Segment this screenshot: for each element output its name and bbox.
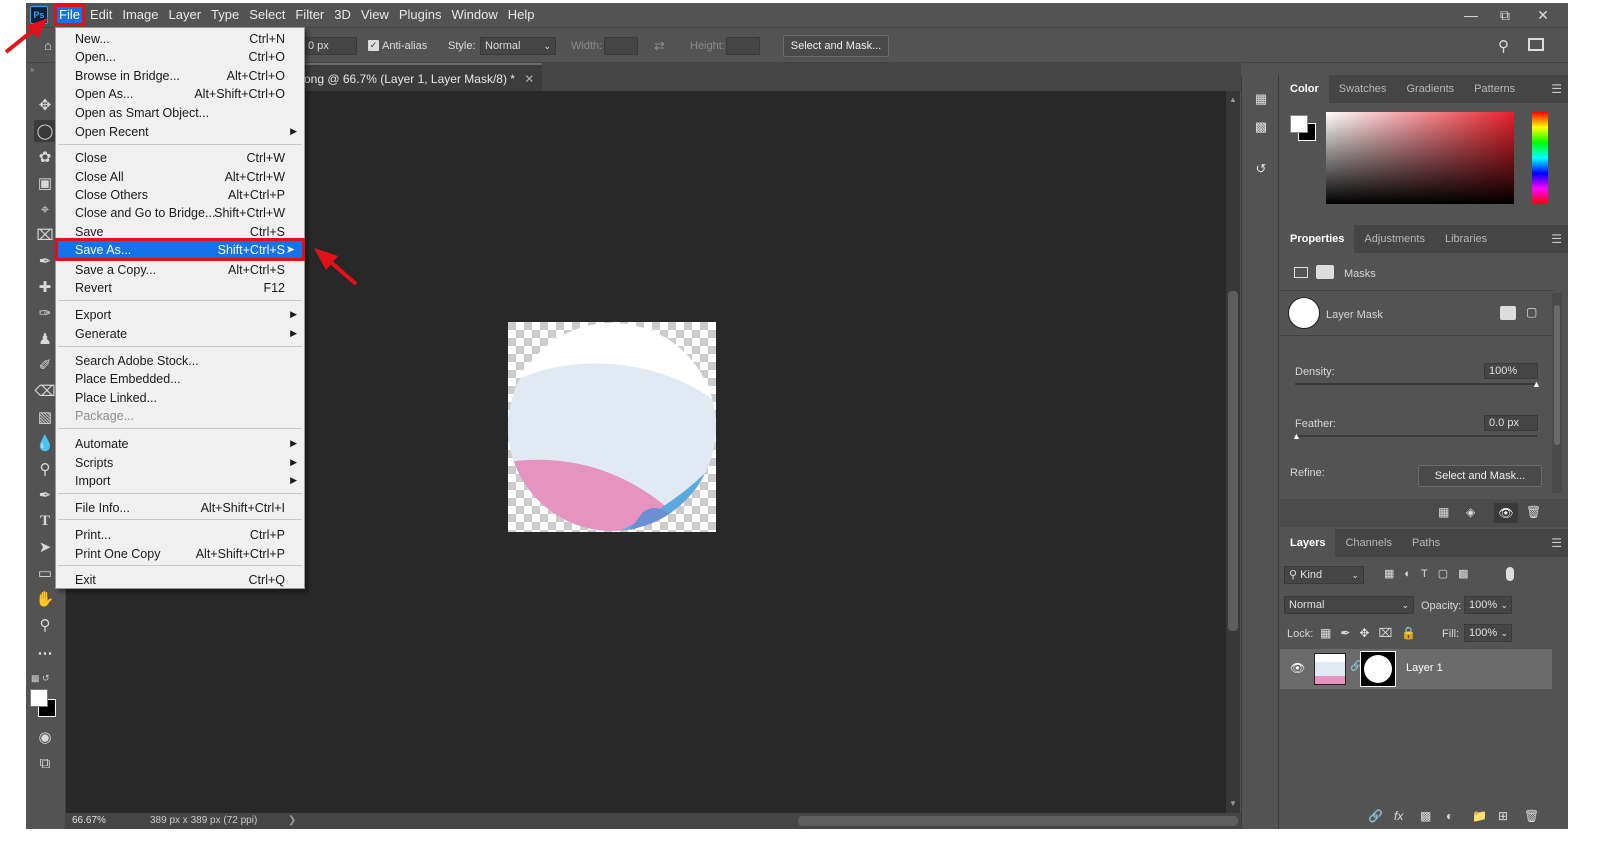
arrow-to-save-as <box>314 248 358 286</box>
arrow-to-file-menu <box>4 18 48 54</box>
annotation-arrows <box>4 18 358 286</box>
